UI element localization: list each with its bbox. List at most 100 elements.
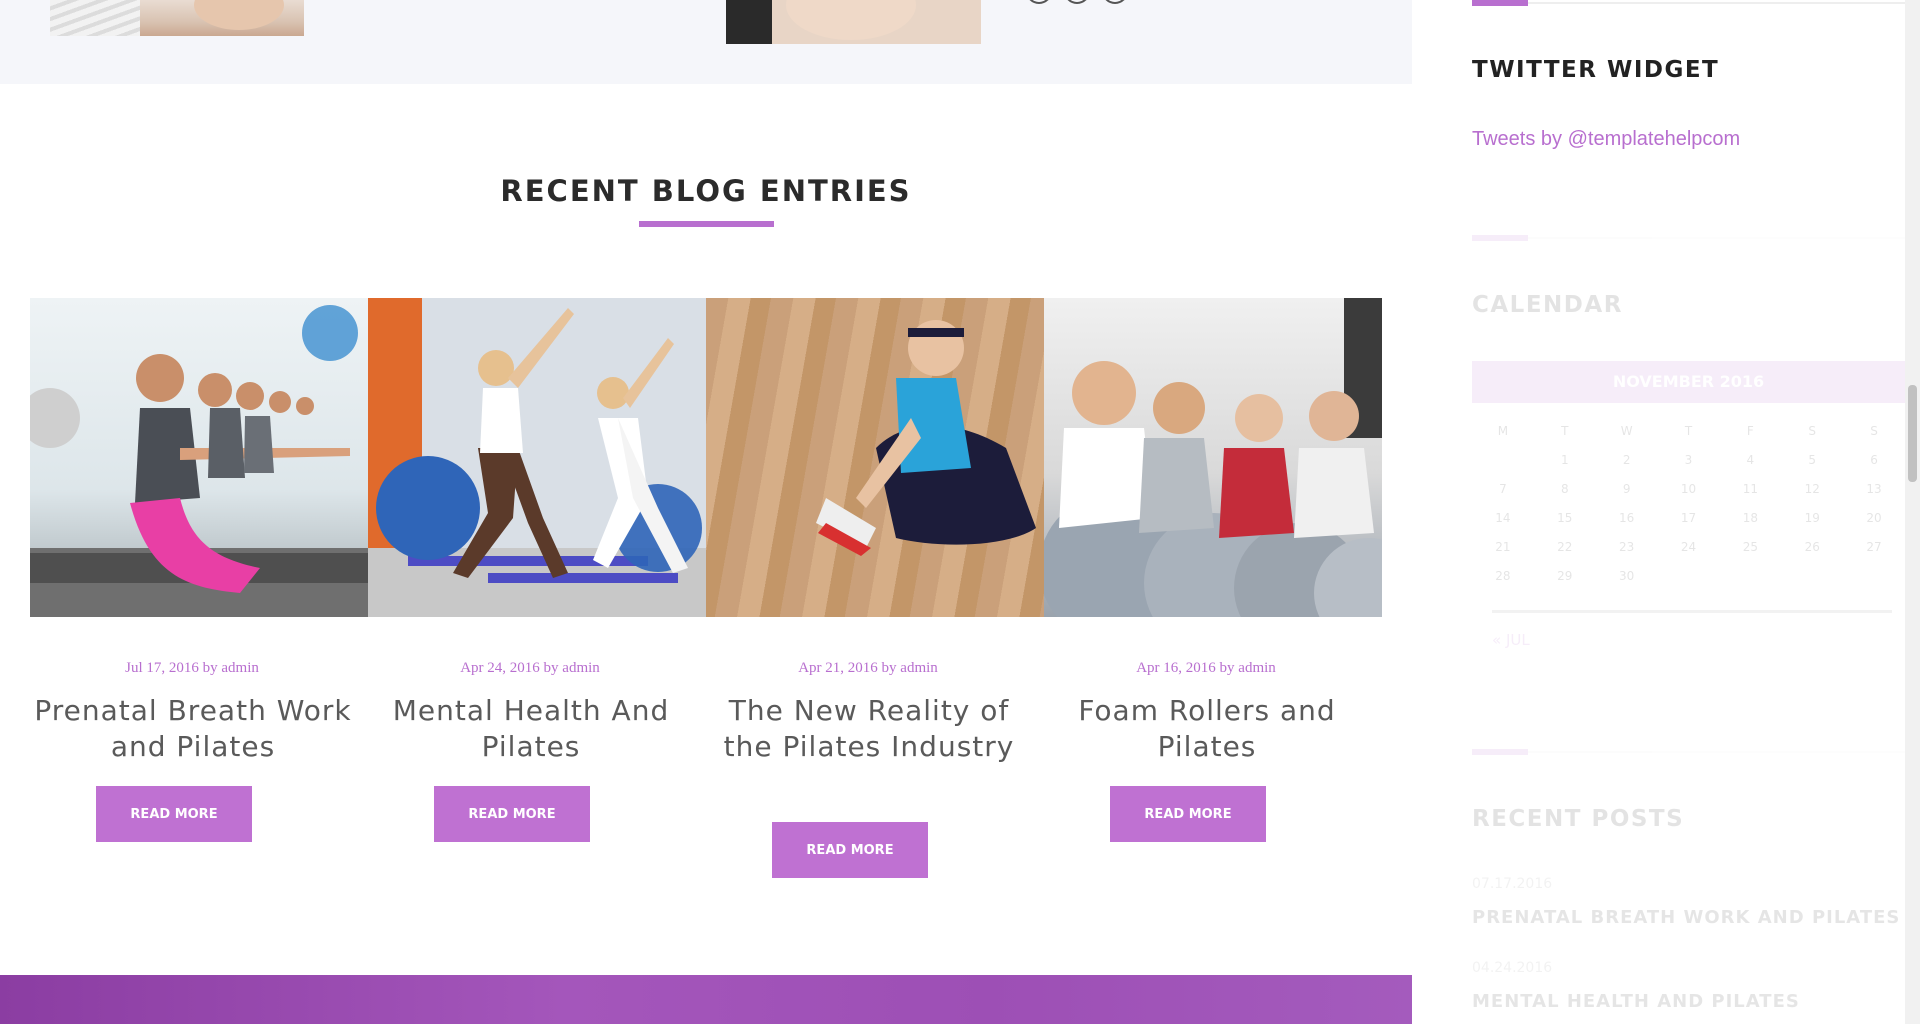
social-icon[interactable] (1102, 0, 1128, 4)
page-scrollbar[interactable] (1905, 0, 1920, 1024)
post-title[interactable]: Mental Health And Pilates (368, 693, 706, 765)
testimonial-photo (50, 0, 304, 36)
calendar-day: 29 (1557, 569, 1573, 583)
post-date[interactable]: Apr 21, 2016 (798, 660, 878, 676)
weekday: M (1497, 424, 1509, 438)
calendar-day: 2 (1622, 453, 1631, 467)
sidebar: TWITTER WIDGET Tweets by @templatehelpco… (1412, 0, 1905, 1024)
blog-entries: Jul 17, 2016 by admin Prenatal Breath Wo… (30, 298, 1382, 898)
calendar-day: 20 (1866, 511, 1882, 525)
post-author[interactable]: admin (1238, 660, 1276, 676)
widget-accent-bar (1472, 749, 1528, 755)
calendar-day: 28 (1495, 569, 1511, 583)
recent-post-link[interactable]: MENTAL HEALTH AND PILATES (1472, 991, 1800, 1012)
calendar-week: 28 29 30 (1472, 569, 1905, 598)
post-author[interactable]: admin (900, 660, 938, 676)
calendar-day: 13 (1866, 482, 1882, 496)
calendar-day: 14 (1495, 511, 1511, 525)
post-meta: Apr 24, 2016 by admin (368, 660, 706, 677)
twitter-widget-title: TWITTER WIDGET (1472, 57, 1720, 83)
calendar-divider (1492, 610, 1892, 613)
post-date[interactable]: Apr 24, 2016 (460, 660, 540, 676)
calendar-day: 5 (1808, 453, 1817, 467)
calendar-day: 10 (1680, 482, 1697, 496)
calendar-title: CALENDAR (1472, 292, 1623, 318)
weekday: S (1808, 424, 1817, 438)
blog-post: Apr 16, 2016 by admin Foam Rollers and P… (1044, 298, 1382, 842)
social-icon[interactable] (1026, 0, 1052, 4)
calendar-day: 23 (1618, 540, 1635, 554)
weekday: T (1561, 424, 1569, 438)
testimonials-band (0, 0, 1412, 84)
post-title[interactable]: Prenatal Breath Work and Pilates (30, 693, 368, 765)
blog-post: Apr 24, 2016 by admin Mental Health And … (368, 298, 706, 842)
twitter-timeline-link[interactable]: Tweets by @templatehelpcom (1472, 128, 1740, 151)
calendar-day: 25 (1742, 540, 1758, 554)
calendar-day (1781, 569, 1843, 598)
recent-post-link[interactable]: PRENATAL BREATH WORK AND PILATES (1472, 907, 1900, 928)
post-author[interactable]: admin (221, 660, 259, 676)
read-more-button[interactable]: READ MORE (772, 822, 928, 878)
post-title[interactable]: Foam Rollers and Pilates (1044, 693, 1382, 765)
calendar-month: NOVEMBER 2016 (1472, 361, 1905, 403)
post-author[interactable]: admin (562, 660, 600, 676)
scrollbar-thumb[interactable] (1908, 385, 1917, 482)
widget-divider (1528, 237, 1905, 239)
parallax-band (0, 975, 1412, 1024)
calendar-day: 12 (1804, 482, 1820, 496)
social-icon[interactable] (1064, 0, 1090, 4)
calendar-day: 17 (1680, 511, 1697, 525)
calendar-day: 16 (1618, 511, 1635, 525)
calendar-day: 18 (1742, 511, 1758, 525)
post-meta: Apr 21, 2016 by admin (706, 660, 1044, 677)
calendar-week: 7 8 9 10 11 12 13 (1472, 482, 1905, 511)
calendar-day: 21 (1495, 540, 1511, 554)
calendar-day: 22 (1557, 540, 1573, 554)
calendar-weekdays: M T W T F S S (1472, 424, 1905, 453)
section-title: RECENT BLOG ENTRIES (500, 174, 912, 208)
post-date[interactable]: Apr 16, 2016 (1136, 660, 1216, 676)
weekday: S (1870, 424, 1878, 438)
weekday: W (1620, 424, 1633, 438)
post-meta: Jul 17, 2016 by admin (30, 660, 368, 677)
calendar-day: 6 (1870, 453, 1878, 467)
calendar-day (1843, 569, 1905, 598)
weekday: T (1684, 424, 1693, 438)
recent-post-date: 07.17.2016 (1472, 876, 1553, 892)
blog-post: Apr 21, 2016 by admin The New Reality of… (706, 298, 1044, 878)
section-underline (639, 221, 774, 227)
read-more-button[interactable]: READ MORE (96, 786, 252, 842)
post-date[interactable]: Jul 17, 2016 (125, 660, 199, 676)
post-by: by (881, 660, 897, 676)
calendar-day: 11 (1742, 482, 1758, 496)
widget-divider (1528, 751, 1905, 753)
calendar-prev-link[interactable]: « JUL (1492, 631, 1530, 649)
blog-post: Jul 17, 2016 by admin Prenatal Breath Wo… (30, 298, 368, 842)
widget-divider (1528, 2, 1905, 4)
post-thumbnail[interactable] (706, 298, 1044, 617)
post-thumbnail[interactable] (30, 298, 368, 617)
post-by: by (543, 660, 559, 676)
testimonial-photo (726, 0, 981, 44)
calendar-day: 15 (1557, 511, 1573, 525)
calendar-day: 8 (1560, 482, 1569, 496)
calendar-week: 21 22 23 24 25 26 27 (1472, 540, 1905, 569)
widget-accent-bar (1472, 0, 1528, 6)
post-thumbnail[interactable] (368, 298, 706, 617)
social-icons (1026, 0, 1128, 4)
widget-accent-bar (1472, 235, 1528, 241)
post-by: by (202, 660, 218, 676)
calendar-day: 27 (1866, 540, 1882, 554)
calendar-day (1472, 453, 1534, 482)
calendar-week: 14 15 16 17 18 19 20 (1472, 511, 1905, 540)
post-title[interactable]: The New Reality of the Pilates Industry (706, 693, 1044, 765)
read-more-button[interactable]: READ MORE (1110, 786, 1266, 842)
weekday: F (1746, 424, 1754, 438)
calendar-grid: M T W T F S S 1 2 3 4 5 6 7 8 9 10 11 12… (1472, 424, 1905, 598)
post-by: by (1219, 660, 1235, 676)
recent-post-date: 04.24.2016 (1472, 960, 1553, 976)
read-more-button[interactable]: READ MORE (434, 786, 590, 842)
calendar-day: 26 (1804, 540, 1820, 554)
post-thumbnail[interactable] (1044, 298, 1382, 617)
calendar-day: 9 (1622, 482, 1631, 496)
